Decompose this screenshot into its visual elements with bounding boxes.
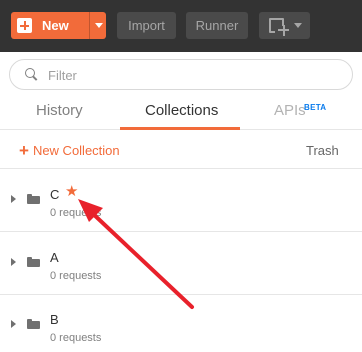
search-icon (25, 68, 37, 80)
trash-button[interactable]: Trash (306, 143, 339, 158)
new-button-label: New (42, 18, 69, 33)
tab-apis-label: APIs (274, 102, 306, 119)
collection-name: A (50, 250, 59, 265)
sidebar-tabs: History Collections APIs BETA (0, 96, 362, 130)
chevron-down-icon (294, 23, 302, 28)
collection-request-count: 0 requests (50, 332, 102, 344)
chevron-right-icon[interactable] (11, 258, 16, 266)
collection-item[interactable]: B 0 requests (0, 295, 362, 352)
chevron-down-icon[interactable] (95, 23, 103, 28)
new-button-divider (89, 12, 90, 39)
plus-icon (278, 25, 289, 36)
new-collection-label: New Collection (32, 143, 120, 158)
folder-icon (27, 194, 40, 204)
chevron-right-icon[interactable] (11, 320, 16, 328)
tab-apis[interactable]: APIs BETA (274, 101, 326, 121)
tab-history[interactable]: History (36, 101, 83, 121)
active-tab-indicator (120, 127, 240, 130)
collection-request-count: 0 requests (50, 270, 102, 282)
beta-badge: BETA (304, 103, 327, 112)
plus-icon (17, 18, 32, 33)
chevron-right-icon[interactable] (11, 195, 16, 203)
folder-icon (27, 257, 40, 267)
new-collection-button[interactable]: + New Collection (19, 141, 120, 160)
search-field[interactable] (9, 59, 353, 90)
collection-name: C (50, 187, 60, 202)
search-input[interactable] (48, 66, 338, 84)
collection-item[interactable]: A 0 requests (0, 233, 362, 295)
plus-icon: + (19, 141, 29, 160)
new-window-button[interactable] (259, 12, 310, 39)
tab-collections[interactable]: Collections (145, 101, 218, 121)
new-button[interactable]: New (11, 12, 106, 39)
import-button[interactable]: Import (117, 12, 176, 39)
runner-button[interactable]: Runner (186, 12, 248, 39)
collection-name: B (50, 312, 59, 327)
collection-item[interactable]: C ★ 0 requests (0, 170, 362, 232)
folder-icon (27, 319, 40, 329)
star-icon[interactable]: ★ (65, 183, 78, 201)
toolbar: New Import Runner (0, 0, 362, 52)
collections-actions: + New Collection Trash (0, 131, 362, 169)
collection-request-count: 0 requests (50, 207, 102, 219)
